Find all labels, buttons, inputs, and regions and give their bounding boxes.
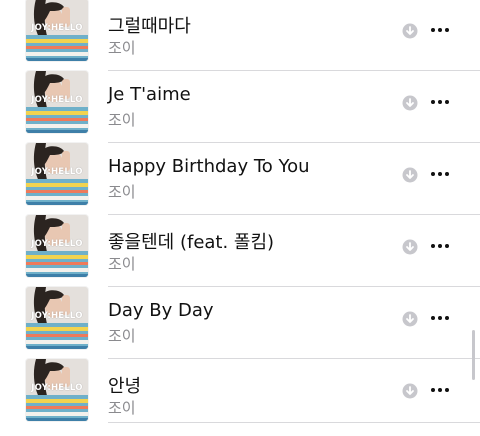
song-row[interactable]: JOY:HELLO 그럴때마다 조이 xyxy=(0,0,480,76)
download-icon[interactable] xyxy=(402,239,418,255)
song-title: Day By Day xyxy=(108,300,214,321)
song-row[interactable]: JOY:HELLO Happy Birthday To You 조이 xyxy=(0,143,480,220)
song-row[interactable]: JOY:HELLO Je T'aime 조이 xyxy=(0,71,480,148)
download-icon[interactable] xyxy=(402,167,418,183)
album-art: JOY:HELLO xyxy=(26,215,88,277)
album-cover-text: JOY:HELLO xyxy=(31,23,83,33)
album-art: JOY:HELLO xyxy=(26,0,88,61)
song-title: 안녕 xyxy=(108,376,142,397)
song-artist: 조이 xyxy=(108,399,136,417)
download-icon[interactable] xyxy=(402,383,418,399)
download-icon[interactable] xyxy=(402,23,418,39)
album-cover-text: JOY:HELLO xyxy=(31,95,83,105)
album-cover-text: JOY:HELLO xyxy=(31,167,83,177)
song-title: 좋을텐데 (feat. 폴킴) xyxy=(108,232,275,253)
song-title: 그럴때마다 xyxy=(108,16,191,37)
more-options-icon[interactable] xyxy=(428,164,452,184)
row-separator xyxy=(108,142,480,143)
album-cover-text: JOY:HELLO xyxy=(31,383,83,393)
row-separator xyxy=(108,358,480,359)
album-art: JOY:HELLO xyxy=(26,143,88,205)
album-cover-text: JOY:HELLO xyxy=(31,239,83,249)
album-art: JOY:HELLO xyxy=(26,359,88,421)
song-title: Happy Birthday To You xyxy=(108,156,310,177)
more-options-icon[interactable] xyxy=(428,380,452,400)
song-title: Je T'aime xyxy=(108,84,191,105)
more-options-icon[interactable] xyxy=(428,236,452,256)
more-options-icon[interactable] xyxy=(428,20,452,40)
more-options-icon[interactable] xyxy=(428,308,452,328)
album-cover-text: JOY:HELLO xyxy=(31,311,83,321)
album-art: JOY:HELLO xyxy=(26,287,88,349)
song-artist: 조이 xyxy=(108,255,136,273)
row-separator xyxy=(108,214,480,215)
row-separator xyxy=(108,70,480,71)
song-artist: 조이 xyxy=(108,111,136,129)
row-separator xyxy=(108,422,480,423)
row-separator xyxy=(108,286,480,287)
song-artist: 조이 xyxy=(108,183,136,201)
song-artist: 조이 xyxy=(108,39,136,57)
download-icon[interactable] xyxy=(402,95,418,111)
song-row[interactable]: JOY:HELLO 안녕 조이 xyxy=(0,359,480,436)
scrollbar[interactable] xyxy=(472,330,475,380)
song-row[interactable]: JOY:HELLO 좋을텐데 (feat. 폴킴) 조이 xyxy=(0,215,480,292)
album-art: JOY:HELLO xyxy=(26,71,88,133)
more-options-icon[interactable] xyxy=(428,92,452,112)
song-artist: 조이 xyxy=(108,327,136,345)
song-row[interactable]: JOY:HELLO Day By Day 조이 xyxy=(0,287,480,364)
download-icon[interactable] xyxy=(402,311,418,327)
